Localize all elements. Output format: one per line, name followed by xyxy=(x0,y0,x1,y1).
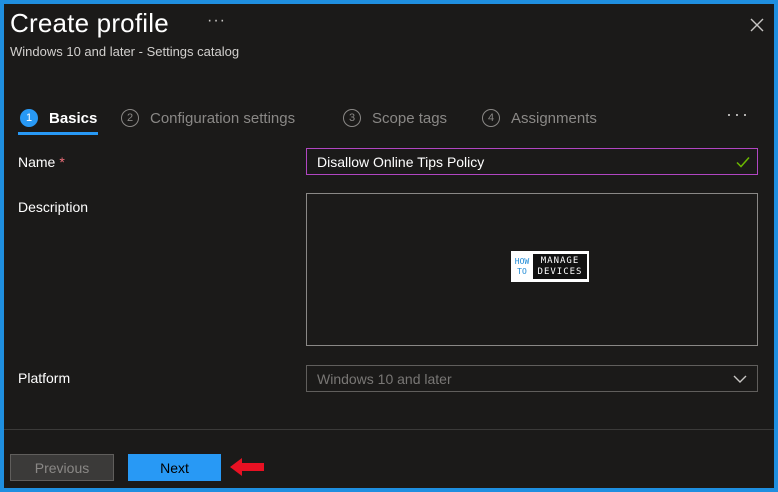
howtomanagedevices-logo: HOW TO MANAGE DEVICES xyxy=(511,251,589,282)
create-profile-panel: Create profile ··· Windows 10 and later … xyxy=(4,4,774,488)
red-arrow-icon xyxy=(230,458,264,476)
logo-how-to: HOW TO xyxy=(511,251,533,282)
logo-manage: MANAGE xyxy=(540,255,580,266)
tab-basics[interactable]: 1 Basics xyxy=(20,102,97,134)
tab-scope-tags[interactable]: 3 Scope tags xyxy=(343,102,447,134)
description-label: Description xyxy=(18,199,89,215)
name-label: Name * xyxy=(18,154,65,170)
name-input[interactable]: Disallow Online Tips Policy xyxy=(306,148,758,175)
step-3-badge: 3 xyxy=(343,109,361,127)
logo-to: TO xyxy=(517,266,527,276)
next-button[interactable]: Next xyxy=(128,454,221,481)
wizard-tabs: 1 Basics 2 Configuration settings 3 Scop… xyxy=(18,102,774,136)
step-4-badge: 4 xyxy=(482,109,500,127)
step-2-badge: 2 xyxy=(121,109,139,127)
title-more-icon[interactable]: ··· xyxy=(207,12,226,30)
required-marker: * xyxy=(59,154,65,170)
tab-configuration-settings-label: Configuration settings xyxy=(150,109,296,127)
page-subtitle: Windows 10 and later - Settings catalog xyxy=(10,44,240,59)
step-1-badge: 1 xyxy=(20,109,38,127)
footer-divider xyxy=(4,429,774,430)
page-title: Create profile xyxy=(10,8,169,38)
previous-button[interactable]: Previous xyxy=(10,454,114,481)
description-textarea[interactable]: HOW TO MANAGE DEVICES xyxy=(306,193,758,346)
platform-dropdown[interactable]: Windows 10 and later xyxy=(306,365,758,392)
tab-scope-tags-label: Scope tags xyxy=(372,109,448,127)
tab-assignments[interactable]: 4 Assignments xyxy=(482,102,597,134)
name-input-value: Disallow Online Tips Policy xyxy=(317,153,485,170)
logo-manage-devices: MANAGE DEVICES xyxy=(533,254,587,279)
tab-basics-label: Basics xyxy=(49,109,98,127)
name-label-text: Name xyxy=(18,154,56,170)
valid-check-icon xyxy=(736,157,750,168)
close-icon[interactable] xyxy=(748,16,766,34)
tab-configuration-settings[interactable]: 2 Configuration settings xyxy=(121,102,295,134)
tabs-more-icon[interactable]: ··· xyxy=(726,104,750,125)
active-tab-underline xyxy=(18,132,98,135)
logo-how: HOW xyxy=(514,256,530,266)
platform-value: Windows 10 and later xyxy=(317,370,452,387)
logo-devices: DEVICES xyxy=(537,266,583,277)
chevron-down-icon xyxy=(733,375,747,383)
platform-label: Platform xyxy=(18,370,71,386)
tab-assignments-label: Assignments xyxy=(511,109,597,127)
